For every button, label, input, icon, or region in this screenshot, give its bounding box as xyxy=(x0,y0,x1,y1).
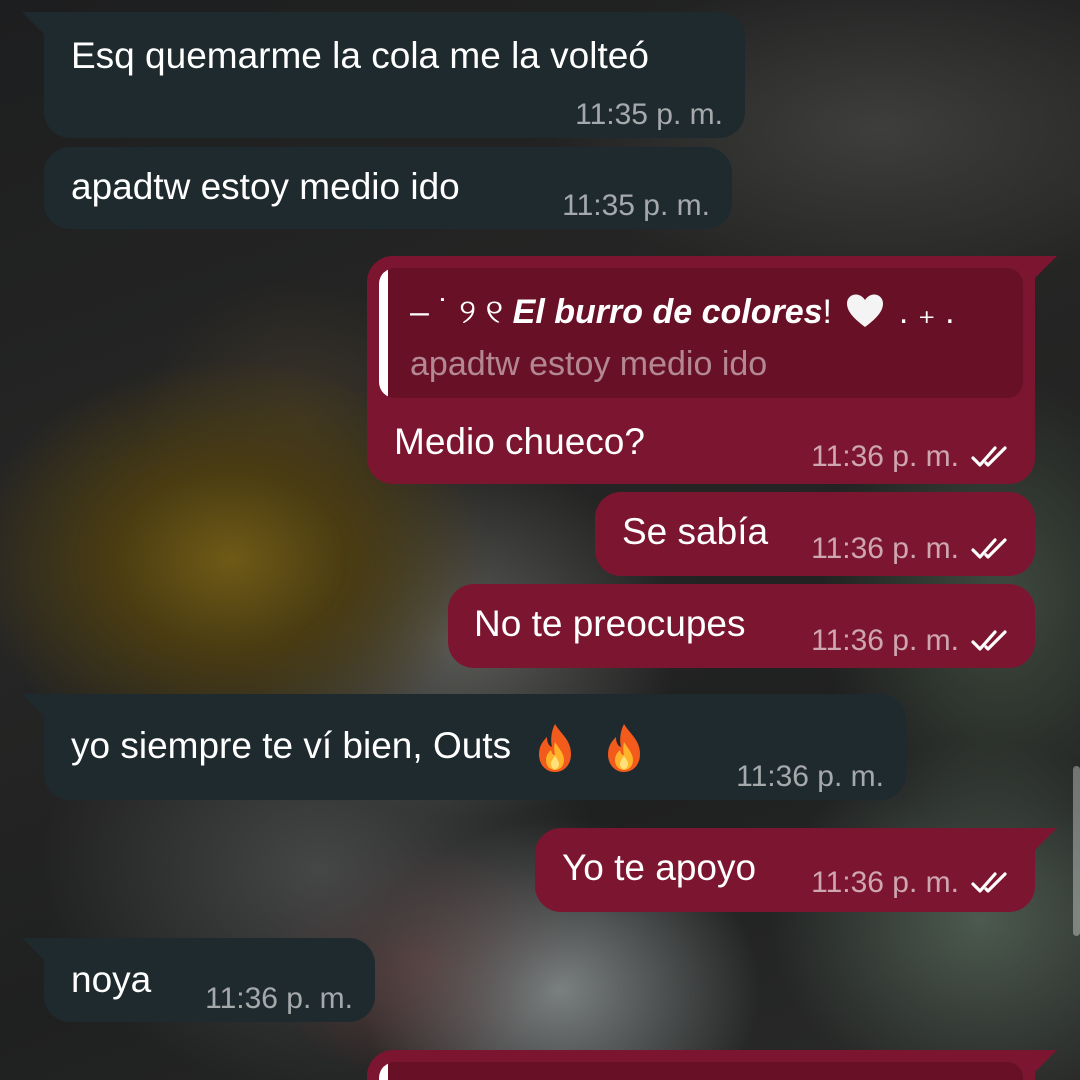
message-time: 11:36 p. m. xyxy=(811,624,1011,658)
reply-preview xyxy=(379,1062,1023,1080)
message-text: Yo te apoyo xyxy=(562,847,757,888)
message-text: noya xyxy=(71,959,152,1000)
message-time: 11:36 p. m. xyxy=(736,760,884,793)
message-text: Medio chueco? xyxy=(394,421,645,462)
reply-quoted-text: apadtw estoy medio ido xyxy=(410,345,768,383)
message-time: 11:35 p. m. xyxy=(575,98,723,131)
message-time: 11:36 p. m. xyxy=(811,440,1011,474)
fire-icon xyxy=(607,724,640,772)
reply-accent-bar xyxy=(379,1062,388,1080)
double-check-icon xyxy=(971,446,1007,467)
message-time: 11:36 p. m. xyxy=(205,982,353,1015)
scrollbar[interactable] xyxy=(1073,766,1080,936)
message-incoming[interactable]: Esq quemarme la cola me la volteó 11:35 … xyxy=(22,12,745,138)
message-incoming[interactable]: noya 11:36 p. m. xyxy=(22,938,375,1022)
message-text: No te preocupes xyxy=(474,603,746,644)
double-check-icon xyxy=(971,872,1007,893)
double-check-icon xyxy=(971,630,1007,651)
message-text: Se sabía xyxy=(622,511,769,552)
reply-author: – ˙ ୨ ୧ El burro de colores! . ₊ . xyxy=(410,293,955,331)
message-outgoing[interactable]: Se sabía 11:36 p. m. xyxy=(595,492,1035,576)
fire-icon xyxy=(539,724,572,772)
message-text: apadtw estoy medio ido xyxy=(71,166,460,207)
white-heart-icon xyxy=(847,294,884,327)
message-time: 11:36 p. m. xyxy=(811,866,1011,900)
message-outgoing[interactable]: Yo te apoyo 11:36 p. m. xyxy=(535,828,1057,912)
message-time: 11:35 p. m. xyxy=(562,189,710,222)
message-outgoing[interactable]: – ˙ ୨ ୧ El burro de colores! . ₊ . apadt… xyxy=(367,256,1057,484)
reply-accent-bar xyxy=(379,268,388,398)
reply-preview[interactable]: – ˙ ୨ ୧ El burro de colores! . ₊ . apadt… xyxy=(379,268,1023,398)
double-check-icon xyxy=(971,538,1007,559)
message-text: Esq quemarme la cola me la volteó xyxy=(71,35,649,76)
message-incoming[interactable]: yo siempre te ví bien, Outs 11:36 p. m. xyxy=(22,694,906,800)
message-incoming[interactable]: apadtw estoy medio ido 11:35 p. m. xyxy=(44,147,732,229)
chat-background: Esq quemarme la cola me la volteó 11:35 … xyxy=(0,0,1080,1080)
message-outgoing-partial[interactable] xyxy=(367,1050,1057,1080)
message-time: 11:36 p. m. xyxy=(811,532,1011,566)
message-text: yo siempre te ví bien, Outs xyxy=(71,722,648,774)
message-outgoing[interactable]: No te preocupes 11:36 p. m. xyxy=(448,584,1035,668)
